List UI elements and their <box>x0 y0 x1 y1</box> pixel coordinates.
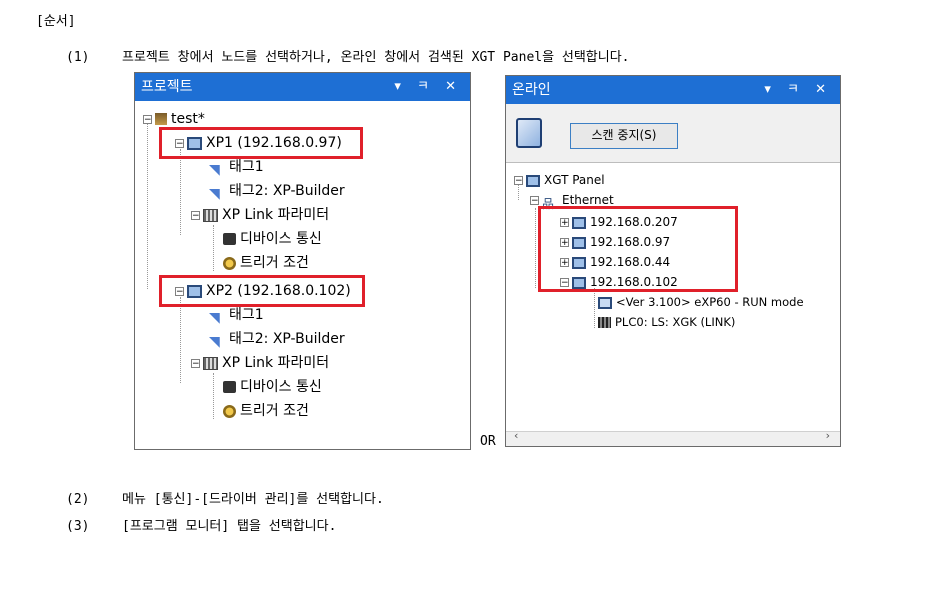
tag-icon: ◥ <box>209 310 220 326</box>
collapse-icon[interactable]: − <box>530 196 539 206</box>
step-1-text: 프로젝트 창에서 노드를 선택하거나, 온라인 창에서 검색된 XGT Pane… <box>122 50 630 65</box>
tree-item-plc0[interactable]: PLC0: LS: XGK (LINK) <box>598 312 735 332</box>
horizontal-scrollbar[interactable]: ‹ › <box>506 429 840 446</box>
tree-item-tag2[interactable]: ◥ 태그2: XP-Builder <box>209 329 345 350</box>
tag-icon: ◥ <box>209 162 220 178</box>
link-param-icon <box>203 356 218 370</box>
online-toolbar: 스캔 중지(S) <box>506 104 840 163</box>
step-1-number: (1) <box>66 50 90 65</box>
step-3-text: [프로그램 모니터] 탭을 선택합니다. <box>122 519 337 534</box>
collapse-icon[interactable]: − <box>191 210 200 220</box>
tree-item-exp60[interactable]: <Ver 3.100> eXP60 - RUN mode <box>598 292 804 312</box>
tree-item-tag1[interactable]: ◥ 태그1 <box>209 305 264 326</box>
tree-node-xp-link[interactable]: − XP Link 파라미터 <box>191 205 329 225</box>
highlight-box-xp2 <box>159 275 365 307</box>
device-comm-icon <box>223 233 236 245</box>
close-icon[interactable]: ✕ <box>815 76 832 104</box>
tree-node-xp-link[interactable]: − XP Link 파라미터 <box>191 353 329 373</box>
step-2-number: (2) <box>66 492 90 507</box>
online-panel: 온라인 ▾ ㅋ ✕ 스캔 중지(S) − XGT Panel − 品 Ethernet… <box>505 75 841 447</box>
highlight-box-xp1 <box>159 127 363 159</box>
online-panel-titlebar: 온라인 ▾ ㅋ ✕ <box>506 76 840 104</box>
pin-icon[interactable]: ㅋ <box>787 76 805 104</box>
step-3-number: (3) <box>66 519 90 534</box>
scan-stop-button[interactable]: 스캔 중지(S) <box>570 123 678 149</box>
section-heading: [순서] <box>36 14 76 29</box>
scan-icon[interactable] <box>516 118 542 148</box>
tree-item-trigger[interactable]: 트리거 조건 <box>223 401 309 421</box>
tree-root[interactable]: − test* <box>143 109 205 129</box>
tree-item-device-comm[interactable]: 디바이스 통신 <box>223 229 322 249</box>
panel-device-icon <box>526 174 540 187</box>
highlight-box-devices <box>538 206 738 292</box>
tree-item-trigger[interactable]: 트리거 조건 <box>223 253 309 273</box>
online-panel-title: 온라인 <box>512 82 551 98</box>
device-comm-icon <box>223 381 236 393</box>
collapse-icon[interactable]: − <box>514 176 523 186</box>
tag-icon: ◥ <box>209 186 220 202</box>
or-label: OR <box>480 434 496 449</box>
tree-root-xgt-panel[interactable]: − XGT Panel <box>514 170 605 190</box>
tree-item-tag1[interactable]: ◥ 태그1 <box>209 157 264 178</box>
project-icon <box>155 113 167 125</box>
plc-icon <box>598 317 611 328</box>
tree-item-device-comm[interactable]: 디바이스 통신 <box>223 377 322 397</box>
link-param-icon <box>203 208 218 222</box>
trigger-icon <box>223 256 236 270</box>
step-3: (3) [프로그램 모니터] 탭을 선택합니다. <box>66 515 336 534</box>
tree-item-tag2[interactable]: ◥ 태그2: XP-Builder <box>209 181 345 202</box>
trigger-icon <box>223 404 236 418</box>
scroll-left-icon[interactable]: ‹ <box>514 429 518 442</box>
step-2: (2) 메뉴 [통신]-[드라이버 관리]를 선택합니다. <box>66 488 384 507</box>
collapse-icon[interactable]: − <box>191 358 200 368</box>
online-tree: − XGT Panel − 品 Ethernet +192.168.0.207 +19… <box>506 162 840 432</box>
project-tree: − test* − XP1 (192.168.0.97) ◥ 태그1 ◥ 태그2: XP… <box>135 73 470 449</box>
panel-version-icon <box>598 296 612 309</box>
step-1: (1) 프로젝트 창에서 노드를 선택하거나, 온라인 창에서 검색된 XGT P… <box>66 46 630 65</box>
collapse-icon[interactable]: − <box>143 114 152 124</box>
tag-icon: ◥ <box>209 334 220 350</box>
dropdown-icon[interactable]: ▾ <box>764 76 777 104</box>
step-2-text: 메뉴 [통신]-[드라이버 관리]를 선택합니다. <box>122 492 384 507</box>
project-panel: 프로젝트 ▾ ㅋ ✕ − test* − XP1 (192.168.0.97) ◥ 태… <box>134 72 471 450</box>
scroll-right-icon[interactable]: › <box>826 429 830 442</box>
